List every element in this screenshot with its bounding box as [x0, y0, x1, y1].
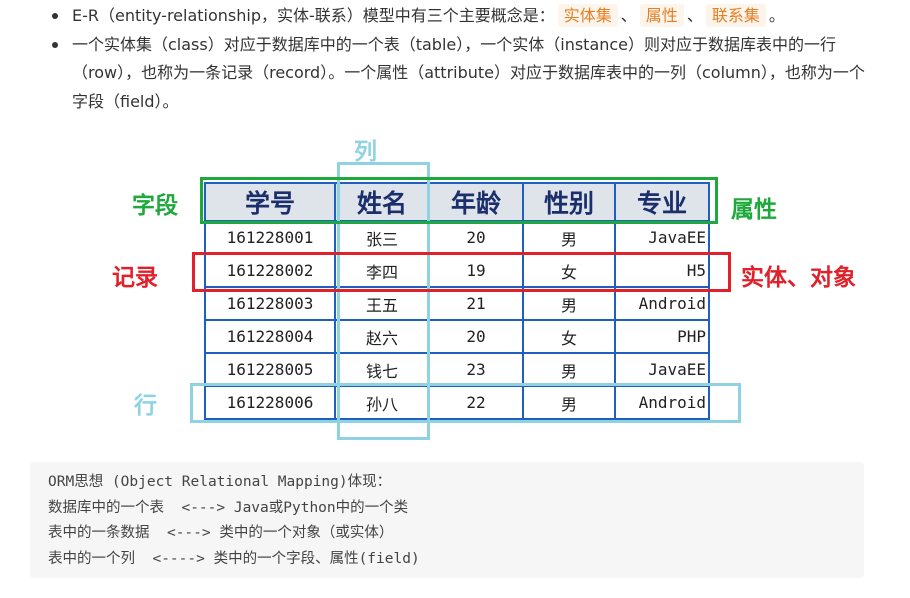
field-highlight-box [200, 177, 718, 224]
table-cell: JavaEE [614, 220, 710, 255]
period: 。 [768, 6, 785, 25]
tag-attribute: 属性 [639, 4, 684, 27]
field-label: 字段 [132, 193, 178, 219]
separator: 、 [620, 6, 637, 25]
record-label: 记录 [112, 265, 158, 291]
orm-code-block: ORM思想 (Object Relational Mapping)体现： 数据库中… [30, 462, 864, 578]
code-line: 表中的一个列 <----> 类中的一个字段、属性(field) [48, 550, 420, 567]
table-row: 161228005 钱七 23 男 JavaEE [204, 352, 710, 387]
tag-relationship-set: 联系集 [705, 4, 766, 27]
concept-list: E-R（entity-relationship，实体-联系）模型中有三个主要概念… [48, 2, 868, 116]
code-line: 数据库中的一个表 <---> Java或Python中的一个类 [48, 499, 409, 516]
table-cell: 161228001 [204, 220, 336, 255]
table-cell: PHP [614, 319, 710, 354]
table-cell: 男 [522, 352, 616, 387]
list-item: 一个实体集（class）对应于数据库中的一个表（table），一个实体（inst… [48, 31, 868, 117]
separator: 、 [686, 6, 703, 25]
record-highlight-box [192, 252, 731, 292]
code-line: ORM思想 (Object Relational Mapping)体现： [48, 474, 392, 490]
table-cell: 161228004 [204, 319, 336, 354]
er-intro-text: E-R（entity-relationship，实体-联系）模型中有三个主要概念… [72, 6, 555, 25]
tag-entity-set: 实体集 [557, 4, 618, 27]
table-cell: 161228005 [204, 352, 336, 387]
table-cell: 20 [428, 319, 524, 354]
table-cell: JavaEE [614, 352, 710, 387]
row-highlight-box [190, 383, 741, 423]
entity-label: 实体、对象 [741, 265, 856, 291]
table-cell: 男 [522, 220, 616, 255]
bullet-dot-icon [52, 41, 58, 48]
bullet-dot-icon [52, 13, 58, 19]
column-label: 列 [354, 139, 377, 165]
table-cell: 23 [428, 352, 524, 387]
table-row: 161228001 张三 20 男 JavaEE [204, 220, 710, 255]
er-table-figure: 学号 姓名 年龄 性别 专业 161228001 张三 20 男 JavaEE … [0, 130, 910, 440]
table-cell: 20 [428, 220, 524, 255]
row-label: 行 [134, 393, 157, 419]
attribute-label: 属性 [731, 197, 777, 223]
list-item: E-R（entity-relationship，实体-联系）模型中有三个主要概念… [48, 2, 868, 31]
table-row: 161228004 赵六 20 女 PHP [204, 319, 710, 354]
mapping-explanation-text: 一个实体集（class）对应于数据库中的一个表（table），一个实体（inst… [72, 34, 865, 111]
table-cell: 女 [522, 319, 616, 354]
code-line: 表中的一条数据 <---> 类中的一个对象（或实体） [48, 525, 394, 541]
